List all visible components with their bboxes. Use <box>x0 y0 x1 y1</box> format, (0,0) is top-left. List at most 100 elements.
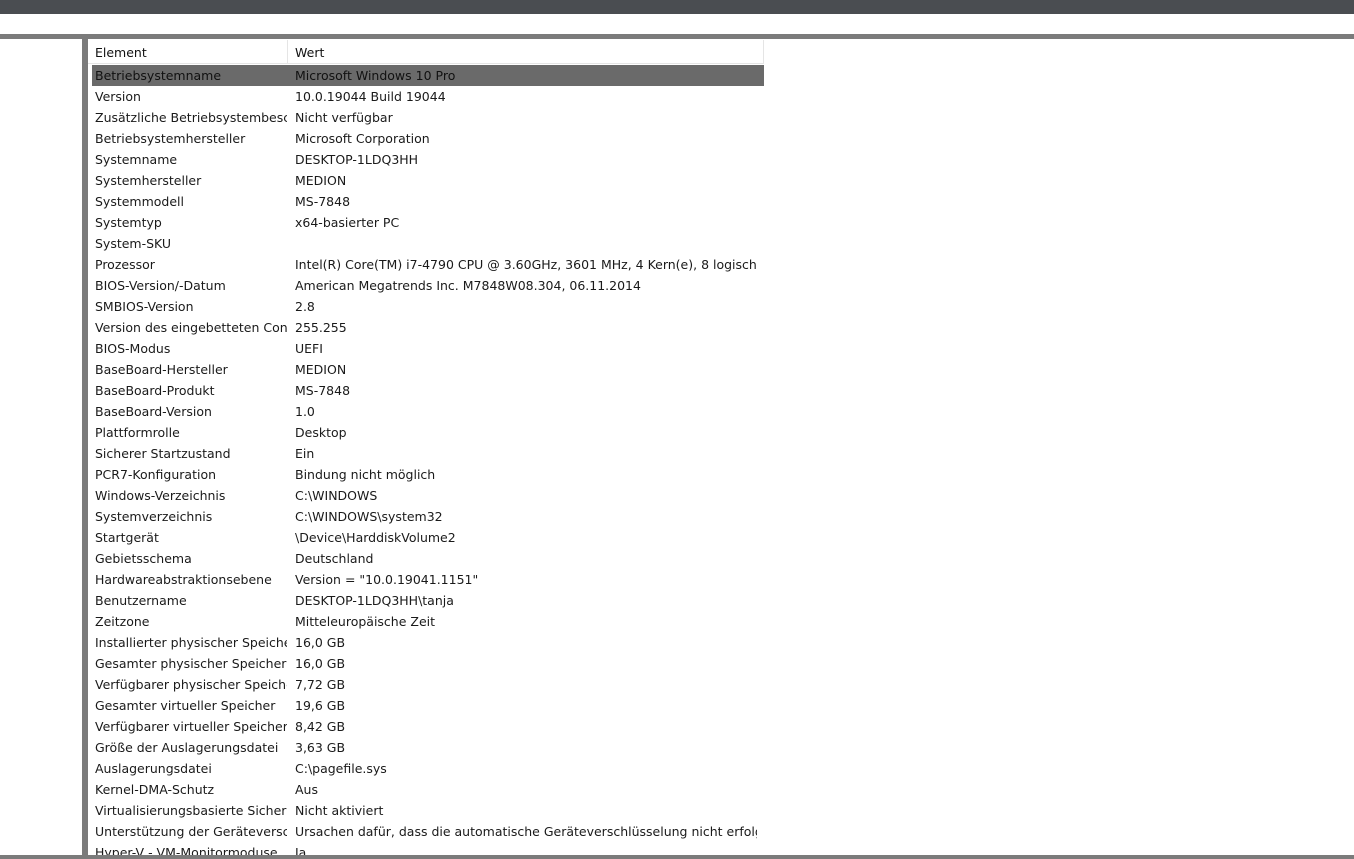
table-row[interactable]: Zeitzone Mitteleuropäische Zeit <box>92 611 764 632</box>
row-value-cell: Microsoft Corporation <box>295 131 430 146</box>
row-element-cell: BaseBoard-Version <box>95 404 212 419</box>
row-element-cell: Benutzername <box>95 593 187 608</box>
row-value-cell: \Device\HarddiskVolume2 <box>295 530 456 545</box>
table-row[interactable]: Gesamter physischer Speicher 16,0 GB <box>92 653 764 674</box>
table-row[interactable]: Plattformrolle Desktop <box>92 422 764 443</box>
row-value-cell: C:\pagefile.sys <box>295 761 387 776</box>
row-value-cell: Mitteleuropäische Zeit <box>295 614 436 629</box>
row-value-cell: Ja <box>295 845 307 855</box>
table-row[interactable]: Version 10.0.19044 Build 19044 <box>92 86 764 107</box>
row-value-cell: MEDION <box>295 173 347 188</box>
row-element-cell: SMBIOS-Version <box>95 299 194 314</box>
table-row[interactable]: BIOS-Modus UEFI <box>92 338 764 359</box>
row-value-cell: MEDION <box>295 362 347 377</box>
row-value-cell: 7,72 GB <box>295 677 346 692</box>
row-element-cell: Größe der Auslagerungsdatei <box>95 740 279 755</box>
table-row[interactable]: Systemverzeichnis C:\WINDOWS\system32 <box>92 506 764 527</box>
column-header-element[interactable]: Element <box>88 40 288 63</box>
table-row[interactable]: BaseBoard-Version 1.0 <box>92 401 764 422</box>
table-row[interactable]: Betriebsystemname Microsoft Windows 10 Pr… <box>92 65 764 86</box>
row-value-cell: Deutschland <box>295 551 374 566</box>
table-row[interactable]: PCR7-Konfiguration Bindung nicht möglich <box>92 464 764 485</box>
table-row[interactable]: Windows-Verzeichnis C:\WINDOWS <box>92 485 764 506</box>
table-row[interactable]: Prozessor Intel(R) Core(TM) i7-4790 CPU @… <box>92 254 764 275</box>
table-row[interactable]: SMBIOS-Version 2.8 <box>92 296 764 317</box>
table-row[interactable]: Kernel-DMA-Schutz Aus <box>92 779 764 800</box>
row-element-cell: Systemhersteller <box>95 173 202 188</box>
row-value-cell: 10.0.19044 Build 19044 <box>295 89 446 104</box>
row-value-cell: C:\WINDOWS\system32 <box>295 509 443 524</box>
row-element-cell: Systemverzeichnis <box>95 509 213 524</box>
row-value-cell: Desktop <box>295 425 347 440</box>
table-row[interactable]: System-SKU <box>92 233 764 254</box>
row-value-cell: 255.255 <box>295 320 347 335</box>
table-row[interactable]: Unterstützung der Geräteversc... Ursachen… <box>92 821 764 842</box>
table-row[interactable]: Systemmodell MS-7848 <box>92 191 764 212</box>
row-value-cell: Version = "10.0.19041.1151" <box>295 572 479 587</box>
row-element-cell: Virtualisierungsbasierte Sicherh... <box>95 803 287 818</box>
row-element-cell: Sicherer Startzustand <box>95 446 231 461</box>
row-element-cell: Zeitzone <box>95 614 150 629</box>
table-row[interactable]: Systemhersteller MEDION <box>92 170 764 191</box>
table-row[interactable]: Systemtyp x64-basierter PC <box>92 212 764 233</box>
row-element-cell: Verfügbarer physischer Speicher <box>95 677 287 692</box>
table-row[interactable]: Verfügbarer virtueller Speicher 8,42 GB <box>92 716 764 737</box>
table-row[interactable]: BaseBoard-Produkt MS-7848 <box>92 380 764 401</box>
table-row[interactable]: Sicherer Startzustand Ein <box>92 443 764 464</box>
table-row[interactable]: Auslagerungsdatei C:\pagefile.sys <box>92 758 764 779</box>
row-value-cell: Ursachen dafür, dass die automatische Ge… <box>295 824 757 839</box>
table-row[interactable]: Gebietsschema Deutschland <box>92 548 764 569</box>
window-top-bar <box>0 0 1354 14</box>
row-element-cell: Gesamter virtueller Speicher <box>95 698 276 713</box>
table-row[interactable]: Version des eingebetteten Cont... 255.255 <box>92 317 764 338</box>
list-header: Element Wert <box>88 40 764 64</box>
row-value-cell: Bindung nicht möglich <box>295 467 436 482</box>
row-element-cell: Installierter physischer Speicher... <box>95 635 287 650</box>
row-element-cell: Betriebsystemname <box>95 68 222 83</box>
table-row[interactable]: Systemname DESKTOP-1LDQ3HH <box>92 149 764 170</box>
row-value-cell: C:\WINDOWS <box>295 488 378 503</box>
table-row[interactable]: BIOS-Version/-Datum American Megatrends I… <box>92 275 764 296</box>
row-element-cell: Verfügbarer virtueller Speicher <box>95 719 287 734</box>
table-row[interactable]: Betriebsystemhersteller Microsoft Corpora… <box>92 128 764 149</box>
table-row[interactable]: Hyper-V - VM-Monitormoduse... Ja <box>92 842 764 855</box>
table-row[interactable]: Zusätzliche Betriebsystembesch... Nicht v… <box>92 107 764 128</box>
column-header-value[interactable]: Wert <box>288 40 764 63</box>
row-element-cell: Gebietsschema <box>95 551 192 566</box>
row-value-cell: 19,6 GB <box>295 698 346 713</box>
row-value-cell <box>295 233 757 254</box>
table-row[interactable]: Größe der Auslagerungsdatei 3,63 GB <box>92 737 764 758</box>
row-element-cell: BaseBoard-Produkt <box>95 383 215 398</box>
table-row[interactable]: Installierter physischer Speicher... 16,0… <box>92 632 764 653</box>
table-row[interactable]: Gesamter virtueller Speicher 19,6 GB <box>92 695 764 716</box>
row-value-cell: MS-7848 <box>295 383 351 398</box>
row-value-cell: x64-basierter PC <box>295 215 400 230</box>
table-row[interactable]: Virtualisierungsbasierte Sicherh... Nicht… <box>92 800 764 821</box>
row-value-cell: Microsoft Windows 10 Pro <box>295 68 456 83</box>
row-element-cell: Systemmodell <box>95 194 185 209</box>
row-element-cell: Hardwareabstraktionsebene <box>95 572 272 587</box>
window-bottom-bar <box>0 855 1354 859</box>
row-value-cell: 2.8 <box>295 299 315 314</box>
table-row[interactable]: Verfügbarer physischer Speicher 7,72 GB <box>92 674 764 695</box>
system-summary-list[interactable]: Element Wert Betriebsystemname Microsoft … <box>88 39 1354 855</box>
row-value-cell: 16,0 GB <box>295 656 346 671</box>
row-value-cell: UEFI <box>295 341 323 356</box>
row-element-cell: PCR7-Konfiguration <box>95 467 217 482</box>
row-element-cell: Version <box>95 89 141 104</box>
row-element-cell: Kernel-DMA-Schutz <box>95 782 215 797</box>
row-element-cell: Version des eingebetteten Cont... <box>95 320 287 335</box>
table-row[interactable]: Hardwareabstraktionsebene Version = "10.0… <box>92 569 764 590</box>
table-row[interactable]: Benutzername DESKTOP-1LDQ3HH\tanja <box>92 590 764 611</box>
row-value-cell: 3,63 GB <box>295 740 346 755</box>
row-element-cell: Zusätzliche Betriebsystembesch... <box>95 110 287 125</box>
row-element-cell: Startgerät <box>95 530 159 545</box>
row-value-cell: DESKTOP-1LDQ3HH <box>295 152 419 167</box>
row-element-cell: Prozessor <box>95 257 155 272</box>
row-value-cell: Aus <box>295 782 318 797</box>
row-element-cell: Betriebsystemhersteller <box>95 131 246 146</box>
row-element-cell: Auslagerungsdatei <box>95 761 212 776</box>
table-row[interactable]: Startgerät \Device\HarddiskVolume2 <box>92 527 764 548</box>
row-value-cell: 16,0 GB <box>295 635 346 650</box>
table-row[interactable]: BaseBoard-Hersteller MEDION <box>92 359 764 380</box>
